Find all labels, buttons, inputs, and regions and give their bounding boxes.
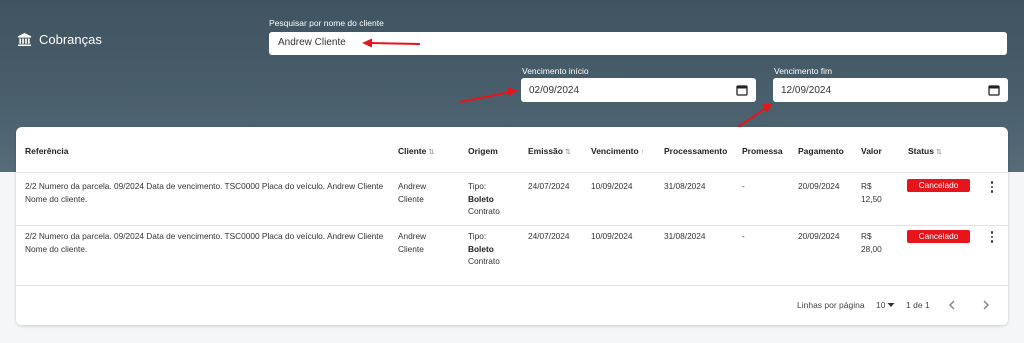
calendar-icon[interactable] [988, 84, 1000, 96]
rows-per-page-value: 10 [876, 300, 886, 310]
table-card [16, 127, 1008, 325]
cell-emissao: 24/07/2024 [528, 231, 570, 241]
header-cliente[interactable]: Cliente ⇅ [398, 146, 434, 156]
rows-per-page-select[interactable]: 10 [876, 300, 895, 310]
cell-vencimento: 10/09/2024 [591, 181, 633, 191]
divider [16, 172, 1008, 173]
cell-vencimento: 10/09/2024 [591, 231, 633, 241]
header-origem: Origem [468, 146, 498, 156]
header-valor: Valor [861, 146, 882, 156]
header-emissao[interactable]: Emissão ⇅ [528, 146, 571, 156]
status-badge: Cancelado [907, 179, 970, 192]
date-start-label: Vencimento início [522, 66, 589, 76]
cell-promessa: - [742, 181, 745, 191]
sort-icon[interactable]: ⇅ [936, 149, 942, 156]
header-referencia: Referência [25, 146, 69, 156]
sort-active-icon[interactable]: ↑ [641, 149, 645, 156]
header-pagamento: Pagamento [798, 146, 844, 156]
date-end-field[interactable]: 12/09/2024 [773, 78, 1008, 102]
cell-processamento: 31/08/2024 [664, 181, 706, 191]
prev-page-button[interactable] [941, 294, 963, 316]
date-start-field[interactable]: 02/09/2024 [521, 78, 756, 102]
rows-per-page-label: Linhas por página [797, 300, 865, 310]
sort-icon[interactable]: ⇅ [428, 149, 434, 156]
chevron-right-icon [983, 300, 990, 310]
cell-valor: R$ 28,00 [861, 231, 882, 254]
header-promessa: Promessa [742, 146, 783, 156]
cell-origem: Tipo: Boleto Contrato [468, 231, 500, 266]
cell-pagamento: 20/09/2024 [798, 181, 840, 191]
cell-promessa: - [742, 231, 745, 241]
cell-origem: Tipo: Boleto Contrato [468, 181, 500, 216]
date-end-label: Vencimento fim [774, 66, 833, 76]
search-label: Pesquisar por nome do cliente [269, 18, 384, 28]
more-actions-icon[interactable] [988, 180, 996, 194]
cell-emissao: 24/07/2024 [528, 181, 570, 191]
header-processamento: Processamento [664, 146, 728, 156]
bank-icon [17, 32, 32, 47]
divider [16, 285, 1008, 286]
cell-pagamento: 20/09/2024 [798, 231, 840, 241]
sort-icon[interactable]: ⇅ [565, 149, 571, 156]
page-title: Cobranças [39, 32, 102, 47]
calendar-icon[interactable] [736, 84, 748, 96]
header-vencimento[interactable]: Vencimento ↑ [591, 146, 644, 156]
divider [16, 225, 1008, 226]
next-page-button[interactable] [975, 294, 997, 316]
app-brand: Cobranças [17, 32, 102, 47]
pagination-range: 1 de 1 [906, 300, 930, 310]
date-start-value: 02/09/2024 [529, 84, 580, 96]
cell-referencia: 2/2 Numero da parcela. 09/2024 Data de v… [25, 231, 384, 254]
cell-cliente: Andrew Cliente [398, 181, 427, 204]
chevron-down-icon [887, 303, 895, 307]
header-status[interactable]: Status ⇅ [908, 146, 942, 156]
cell-valor: R$ 12,50 [861, 181, 882, 204]
cell-referencia: 2/2 Numero da parcela. 09/2024 Data de v… [25, 181, 384, 204]
search-input[interactable]: Andrew Cliente [269, 32, 1007, 55]
date-end-value: 12/09/2024 [781, 84, 832, 96]
cell-cliente: Andrew Cliente [398, 231, 427, 254]
chevron-left-icon [948, 300, 955, 310]
cell-processamento: 31/08/2024 [664, 231, 706, 241]
status-badge: Cancelado [907, 230, 970, 243]
more-actions-icon[interactable] [988, 230, 996, 244]
